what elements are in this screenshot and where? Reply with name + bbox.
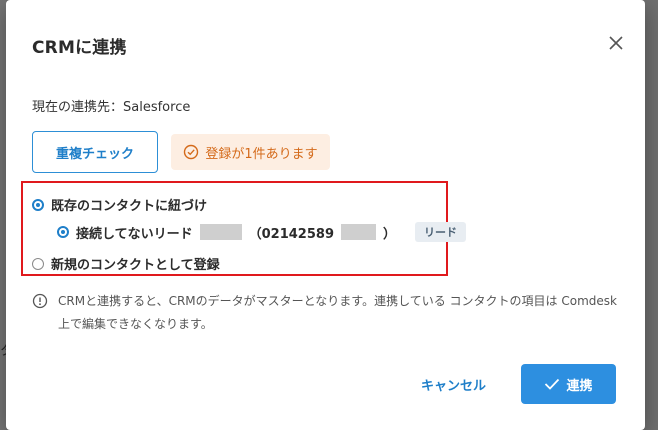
close-icon [609,36,623,50]
option-existing-label: 既存のコンタクトに紐づけ [51,199,208,214]
lead-phone-close: ） [383,226,397,242]
redacted-phone [341,224,376,240]
option-new-label: 新規のコンタクトとして登録 [51,258,220,273]
option-unconnected-lead[interactable]: 接続してないリード （02142589 ） リード [57,222,467,242]
radio-new-contact[interactable] [32,257,44,270]
checkmark-icon [545,378,560,390]
duplicate-check-button[interactable]: 重複チェック [32,131,158,173]
info-note: CRMと連携すると、CRMのデータがマスターとなります。連携している コンタクト… [32,290,622,336]
info-note-text: CRMと連携すると、CRMのデータがマスターとなります。連携している コンタクト… [58,294,617,331]
duplicate-status-badge: 登録が1件あります [171,134,330,170]
option-new-contact[interactable]: 新規のコンタクトとして登録 [32,254,220,273]
check-circle-icon [184,144,199,160]
info-icon [32,293,48,309]
radio-unconnected-lead[interactable] [57,226,69,238]
lead-type-badge: リード [415,222,467,242]
duplicate-status-text: 登録が1件あります [205,146,318,162]
option-existing-contact[interactable]: 既存のコンタクトに紐づけ [32,195,207,214]
current-crm-target: 現在の連携先：Salesforce [32,100,191,115]
lead-phone-open: （02142589 [248,226,334,242]
cancel-button[interactable]: キャンセル [421,375,486,394]
link-button[interactable]: 連携 [521,364,616,404]
link-button-label: 連携 [566,378,593,394]
redacted-name [199,224,242,240]
radio-existing-contact[interactable] [32,198,44,211]
crm-link-dialog: CRMに連携 現在の連携先：Salesforce 重複チェック 登録が1件ありま… [6,0,645,430]
dialog-title: CRMに連携 [32,38,127,58]
lead-name-prefix: 接続してないリード [76,226,193,242]
close-button[interactable] [606,33,626,53]
